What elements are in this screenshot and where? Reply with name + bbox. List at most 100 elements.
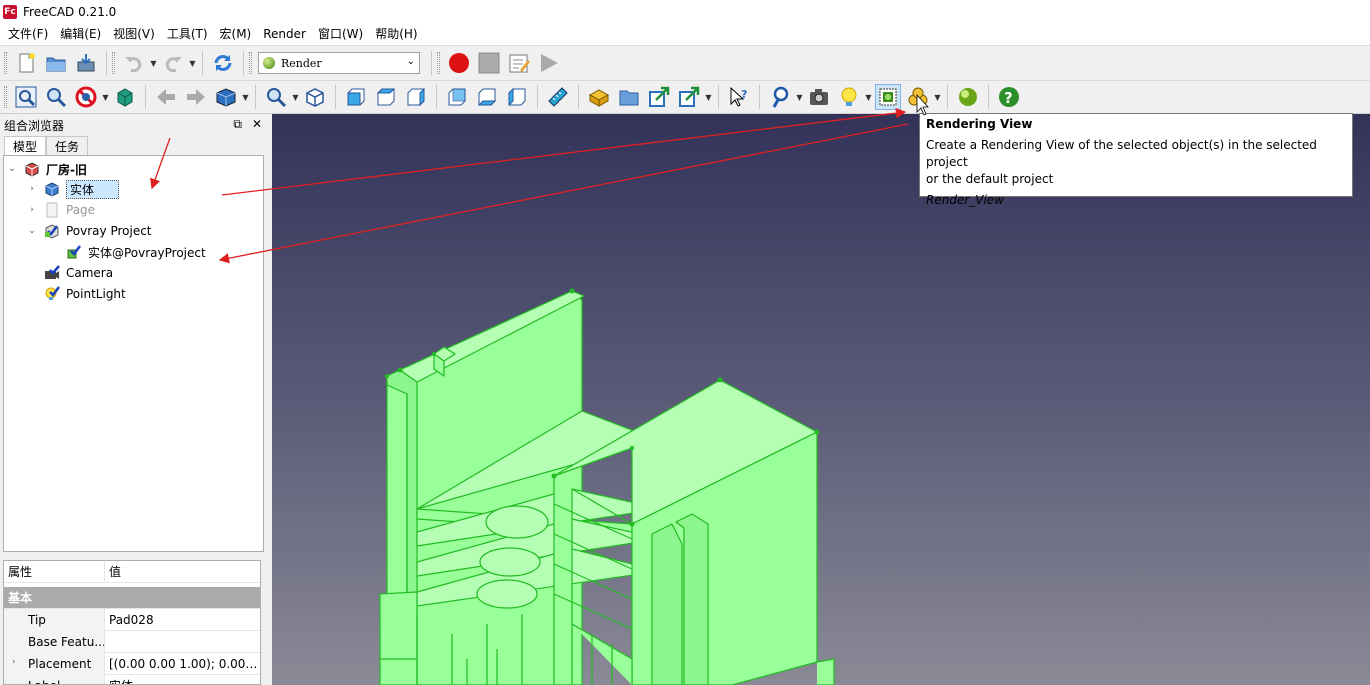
file-toolbar: ▼ ▼ Render ⌄ [0,45,1370,80]
new-document-button[interactable] [13,50,39,76]
view-front-button[interactable] [343,84,369,110]
redo-dropdown-arrow[interactable]: ▼ [188,50,197,76]
property-value[interactable]: [(0.00 0.00 1.00); 0.000 ... [105,653,259,675]
help-button[interactable]: ? [996,84,1022,110]
tree-item-page[interactable]: › Page [26,200,95,220]
property-row[interactable]: Label 实体 [4,674,260,685]
zoom-selection-icon [47,88,67,108]
render-project-button[interactable] [767,84,793,110]
refresh-button[interactable] [210,50,236,76]
view-right-button[interactable] [403,84,429,110]
link-actions-button[interactable] [676,84,702,110]
link-actions-dropdown-arrow[interactable]: ▼ [704,84,713,110]
create-group-button[interactable] [616,84,642,110]
property-value[interactable]: Pad028 [105,609,259,631]
view-bottom-icon [477,88,497,106]
property-value[interactable]: 实体 [105,675,259,685]
toolbar-grip[interactable] [112,52,115,74]
macro-stop-button[interactable] [476,50,502,76]
edit-macro-icon [509,54,530,73]
view-back-button[interactable] [153,84,179,110]
open-document-button[interactable] [43,50,69,76]
zoom-dropdown-arrow[interactable]: ▼ [291,84,300,110]
fit-selection-button[interactable] [43,84,69,110]
close-icon[interactable]: ✕ [252,117,262,132]
workbench-selector[interactable]: Render ⌄ [258,52,420,74]
tree-item-camera[interactable]: Camera [26,263,113,283]
toolbar-grip[interactable] [249,52,252,74]
macro-record-button[interactable] [446,50,472,76]
draw-style-dropdown-arrow[interactable]: ▼ [101,84,110,110]
menu-macro[interactable]: 宏(M) [214,23,258,45]
tooltip-description-line2: or the default project [926,172,1054,186]
menu-file[interactable]: 文件(F) [2,23,54,45]
view-top-button[interactable] [373,84,399,110]
light-bulb-icon [841,87,857,106]
chevron-right-icon[interactable]: › [12,657,16,667]
panel-splitter[interactable] [265,114,272,685]
value-column-header[interactable]: 值 [105,561,259,583]
tree-item-document[interactable]: ⌄ 厂房-旧 [6,159,87,179]
zoom-button[interactable] [263,84,289,110]
measure-distance-button[interactable] [545,84,571,110]
view-left-icon [508,87,526,107]
tree-item-body[interactable]: › 实体 [26,179,120,199]
property-row[interactable]: Placement [(0.00 0.00 1.00); 0.000 ... [4,652,260,675]
property-row[interactable]: Base Featu... [4,630,260,653]
menu-view[interactable]: 视图(V) [107,23,161,45]
make-link-button[interactable] [646,84,672,110]
property-name: Base Featu... [4,630,105,653]
property-column-header[interactable]: 属性 [4,561,105,583]
chevron-down-icon[interactable]: ⌄ [6,164,18,174]
render-light-dropdown-arrow[interactable]: ▼ [864,84,873,110]
menu-edit[interactable]: 编辑(E) [54,23,107,45]
bounding-box-button[interactable] [112,84,138,110]
create-part-button[interactable] [586,84,612,110]
undo-button[interactable] [121,50,147,76]
draw-style-button[interactable] [73,84,99,110]
view-left-button[interactable] [504,84,530,110]
standard-views-button[interactable] [213,84,239,110]
tree-item-render-view[interactable]: 实体@PovrayProject [46,242,206,262]
render-materials-dropdown-arrow[interactable]: ▼ [933,84,942,110]
tree-item-point-light[interactable]: PointLight [26,284,126,304]
toolbar-separator [106,51,107,75]
toolbar-separator [243,51,244,75]
view-forward-button[interactable] [183,84,209,110]
menu-render[interactable]: Render [257,23,312,45]
save-button[interactable] [73,50,99,76]
view-isometric-icon [306,88,324,107]
toolbar-grip[interactable] [4,52,7,74]
tree-item-povray-project[interactable]: ⌄ Povray Project [26,221,152,241]
render-project-dropdown-arrow[interactable]: ▼ [795,84,804,110]
menu-tools[interactable]: 工具(T) [161,23,214,45]
fit-all-button[interactable] [13,84,39,110]
tab-tasks[interactable]: 任务 [46,136,89,156]
undo-dropdown-arrow[interactable]: ▼ [149,50,158,76]
standard-views-dropdown-arrow[interactable]: ▼ [241,84,250,110]
macro-edit-button[interactable] [506,50,532,76]
property-group-base[interactable]: 基本 [4,587,260,609]
toolbar-grip[interactable] [4,86,7,108]
render-button[interactable] [955,84,981,110]
property-row[interactable]: Tip Pad028 [4,608,260,631]
povray-project-icon [45,224,59,239]
chevron-right-icon[interactable]: › [26,205,38,215]
view-isometric-button[interactable] [302,84,328,110]
redo-button[interactable] [160,50,186,76]
menu-help[interactable]: 帮助(H) [369,23,423,45]
menu-window[interactable]: 窗口(W) [312,23,369,45]
render-materials-button[interactable] [905,84,931,110]
render-view-button[interactable] [875,84,901,110]
float-panel-icon[interactable]: ⧉ [233,117,242,132]
toolbar-grip[interactable] [437,52,440,74]
view-rear-button[interactable] [444,84,470,110]
macro-run-button[interactable] [536,50,562,76]
whats-this-button[interactable]: ? [726,84,752,110]
render-camera-button[interactable] [806,84,832,110]
chevron-right-icon[interactable]: › [26,184,38,194]
tab-model[interactable]: 模型 [4,136,47,156]
chevron-down-icon[interactable]: ⌄ [26,226,38,236]
view-bottom-button[interactable] [474,84,500,110]
render-light-button[interactable] [836,84,862,110]
